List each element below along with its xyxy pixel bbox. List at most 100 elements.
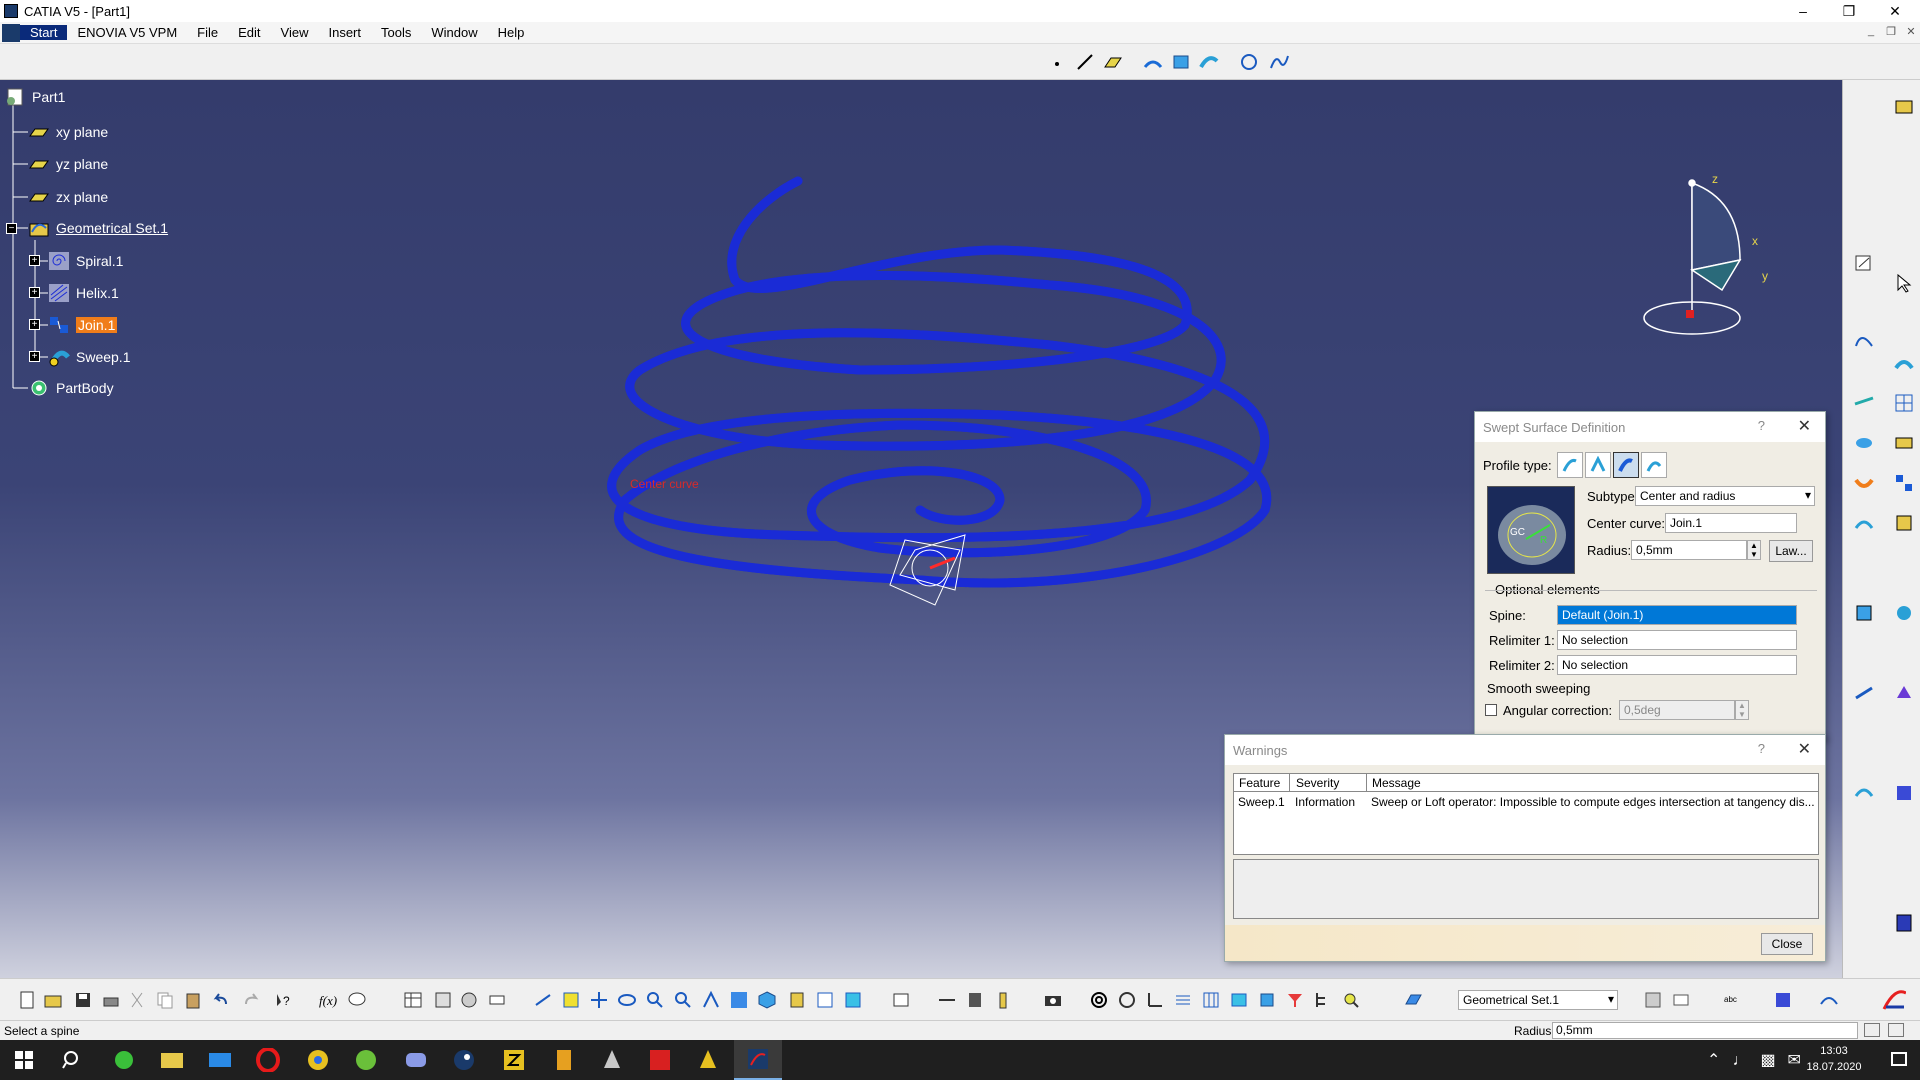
tree-item-zx-plane[interactable]: zx plane — [28, 186, 108, 208]
search-icon[interactable] — [48, 1040, 96, 1080]
tree-item-xy-plane[interactable]: xy plane — [28, 121, 108, 143]
table-icon[interactable] — [400, 987, 426, 1013]
render-icon[interactable] — [1770, 987, 1796, 1013]
clock[interactable]: 13:03 18.07.2020 — [1796, 1043, 1872, 1075]
archicad-icon[interactable] — [684, 1040, 732, 1080]
menu-file[interactable]: File — [187, 25, 228, 40]
angular-spinner[interactable]: ▲ ▼ — [1735, 700, 1749, 720]
collapse-geoset-toggle[interactable]: − — [6, 223, 17, 234]
zoom-in-icon[interactable] — [642, 987, 668, 1013]
doc-close-button[interactable]: ✕ — [1902, 25, 1920, 41]
profile-explicit-icon[interactable] — [1557, 452, 1583, 478]
solidworks-icon[interactable] — [636, 1040, 684, 1080]
geoset-select[interactable]: Geometrical Set.1 ▾ — [1458, 990, 1618, 1010]
mail-icon[interactable] — [196, 1040, 244, 1080]
catia-taskbar-icon[interactable] — [734, 1040, 782, 1080]
measure-icon[interactable] — [484, 987, 510, 1013]
profile-conic-icon[interactable] — [1641, 452, 1667, 478]
plane-icon[interactable] — [1100, 49, 1126, 75]
tree-item-partbody[interactable]: PartBody — [28, 377, 114, 399]
rotate-icon[interactable] — [614, 987, 640, 1013]
print-icon[interactable] — [98, 987, 124, 1013]
close-dialog-button[interactable]: ✕ — [1798, 416, 1811, 436]
update-icon[interactable] — [888, 987, 914, 1013]
solid-icon[interactable] — [1891, 780, 1917, 806]
tree-item-yz-plane[interactable]: yz plane — [28, 153, 108, 175]
opera-icon[interactable] — [244, 1040, 292, 1080]
radius-spinner[interactable]: ▲ ▼ — [1747, 540, 1761, 560]
notifications-icon[interactable] — [1878, 1040, 1920, 1080]
menu-help[interactable]: Help — [488, 25, 535, 40]
whats-this-icon[interactable]: ? — [270, 987, 296, 1013]
fill-icon[interactable] — [1851, 430, 1877, 456]
tree-item-spiral[interactable]: Spiral.1 — [48, 250, 123, 272]
split-icon[interactable] — [1851, 510, 1877, 536]
expand-spiral-toggle[interactable]: + — [29, 255, 40, 266]
helix-tool-icon[interactable] — [1114, 987, 1140, 1013]
close-window-button[interactable]: ✕ — [1872, 0, 1918, 22]
properties-icon[interactable] — [1668, 987, 1694, 1013]
snap-icon[interactable] — [1640, 987, 1666, 1013]
angular-correction-input[interactable]: 0,5deg — [1619, 700, 1735, 720]
curve-analysis-icon[interactable] — [1816, 987, 1842, 1013]
menu-window[interactable]: Window — [421, 25, 487, 40]
shading-icon[interactable] — [784, 987, 810, 1013]
profile-circle-icon[interactable] — [1613, 452, 1639, 478]
warnings-close-button[interactable]: Close — [1761, 933, 1813, 955]
z-app-icon[interactable] — [490, 1040, 538, 1080]
constraint-icon[interactable] — [934, 987, 960, 1013]
multi-view-icon[interactable] — [726, 987, 752, 1013]
document-app-icon[interactable] — [540, 1040, 588, 1080]
file-explorer-icon[interactable] — [148, 1040, 196, 1080]
col-severity[interactable]: Severity — [1296, 776, 1339, 790]
search-icon[interactable] — [1338, 987, 1364, 1013]
paste-icon[interactable] — [180, 987, 206, 1013]
text-icon[interactable]: abc — [1720, 987, 1746, 1013]
normal-view-icon[interactable] — [698, 987, 724, 1013]
axis-system-icon[interactable] — [1142, 987, 1168, 1013]
bottle-icon[interactable] — [990, 987, 1016, 1013]
grid-icon[interactable] — [1891, 390, 1917, 416]
analysis-icon[interactable] — [1891, 600, 1917, 626]
align-icon[interactable] — [1170, 987, 1196, 1013]
redo-icon[interactable] — [238, 987, 264, 1013]
expand-sweep-toggle[interactable]: + — [29, 351, 40, 362]
line-icon[interactable] — [1072, 49, 1098, 75]
table-row[interactable]: Sweep.1 Information Sweep or Loft operat… — [1234, 794, 1818, 812]
cube-icon[interactable] — [1254, 987, 1280, 1013]
body-icon[interactable] — [1891, 910, 1917, 936]
doc-restore-button[interactable]: ❐ — [1882, 25, 1900, 41]
discord-icon[interactable] — [392, 1040, 440, 1080]
warnings-help-button[interactable]: ? — [1758, 741, 1765, 756]
extrapolate-icon[interactable] — [1851, 680, 1877, 706]
menu-insert[interactable]: Insert — [318, 25, 371, 40]
help-button[interactable]: ? — [1758, 418, 1765, 433]
law-icon[interactable] — [1851, 780, 1877, 806]
expand-helix-toggle[interactable]: + — [29, 287, 40, 298]
workbench-icon[interactable] — [1891, 94, 1917, 120]
close-warnings-button[interactable]: ✕ — [1798, 739, 1811, 759]
tree-item-sweep[interactable]: Sweep.1 — [48, 346, 130, 368]
tree-root-part1[interactable]: Part1 — [4, 86, 65, 108]
join-tool-icon[interactable] — [1891, 470, 1917, 496]
projection-icon[interactable] — [1851, 390, 1877, 416]
camera-icon[interactable] — [1040, 987, 1066, 1013]
profile-line-icon[interactable] — [1585, 452, 1611, 478]
relimiter1-field[interactable]: No selection — [1557, 630, 1797, 650]
work-on-support-icon[interactable] — [1400, 987, 1426, 1013]
menu-view[interactable]: View — [271, 25, 319, 40]
select-icon[interactable] — [1891, 270, 1917, 296]
sketch-icon[interactable] — [1851, 250, 1877, 276]
open-icon[interactable] — [40, 987, 66, 1013]
grid-mode-icon[interactable] — [1198, 987, 1224, 1013]
copy-icon[interactable] — [152, 987, 178, 1013]
circle-icon[interactable] — [1236, 49, 1262, 75]
catalog-icon[interactable] — [430, 987, 456, 1013]
tree-item-join[interactable]: Join.1 — [48, 314, 118, 336]
spline-icon[interactable] — [1266, 49, 1292, 75]
hide-show-icon[interactable] — [812, 987, 838, 1013]
status-radius-input[interactable]: 0,5mm — [1552, 1022, 1858, 1039]
tree-item-geometrical-set[interactable]: Geometrical Set.1 — [28, 217, 168, 239]
scan-icon[interactable] — [962, 987, 988, 1013]
transform-icon[interactable] — [1851, 600, 1877, 626]
